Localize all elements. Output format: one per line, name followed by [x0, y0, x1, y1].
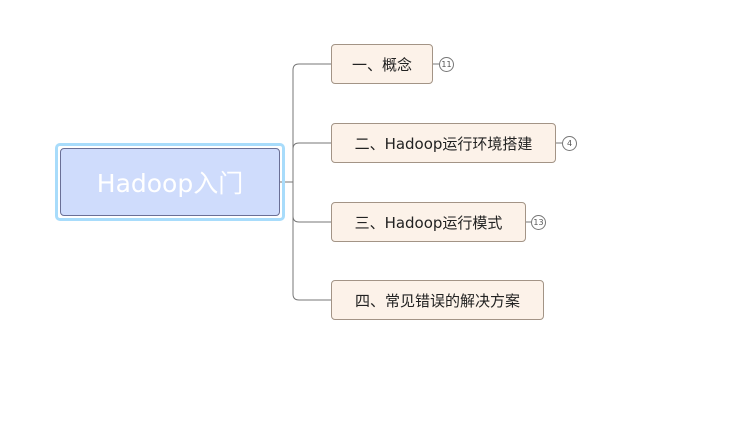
topic-label: 四、常见错误的解决方案	[354, 291, 520, 310]
collapse-count-badge[interactable]: 13	[531, 215, 546, 230]
badge-count: 11	[441, 60, 452, 69]
topic-environment-setup[interactable]: 二、Hadoop运行环境搭建	[331, 123, 556, 163]
topic-concept[interactable]: 一、概念	[331, 44, 433, 84]
topic-label: 二、Hadoop运行环境搭建	[354, 134, 533, 153]
badge-count: 13	[533, 218, 544, 227]
root-topic-label: Hadoop入门	[96, 169, 244, 198]
topic-run-modes[interactable]: 三、Hadoop运行模式	[331, 202, 526, 242]
topic-label: 一、概念	[351, 55, 412, 74]
collapse-count-badge[interactable]: 4	[562, 136, 577, 151]
topic-label: 三、Hadoop运行模式	[354, 213, 503, 232]
badge-count: 4	[566, 139, 573, 148]
collapse-count-badge[interactable]: 11	[439, 57, 454, 72]
topic-common-errors[interactable]: 四、常见错误的解决方案	[331, 280, 544, 320]
root-topic[interactable]: Hadoop入门	[60, 148, 280, 216]
